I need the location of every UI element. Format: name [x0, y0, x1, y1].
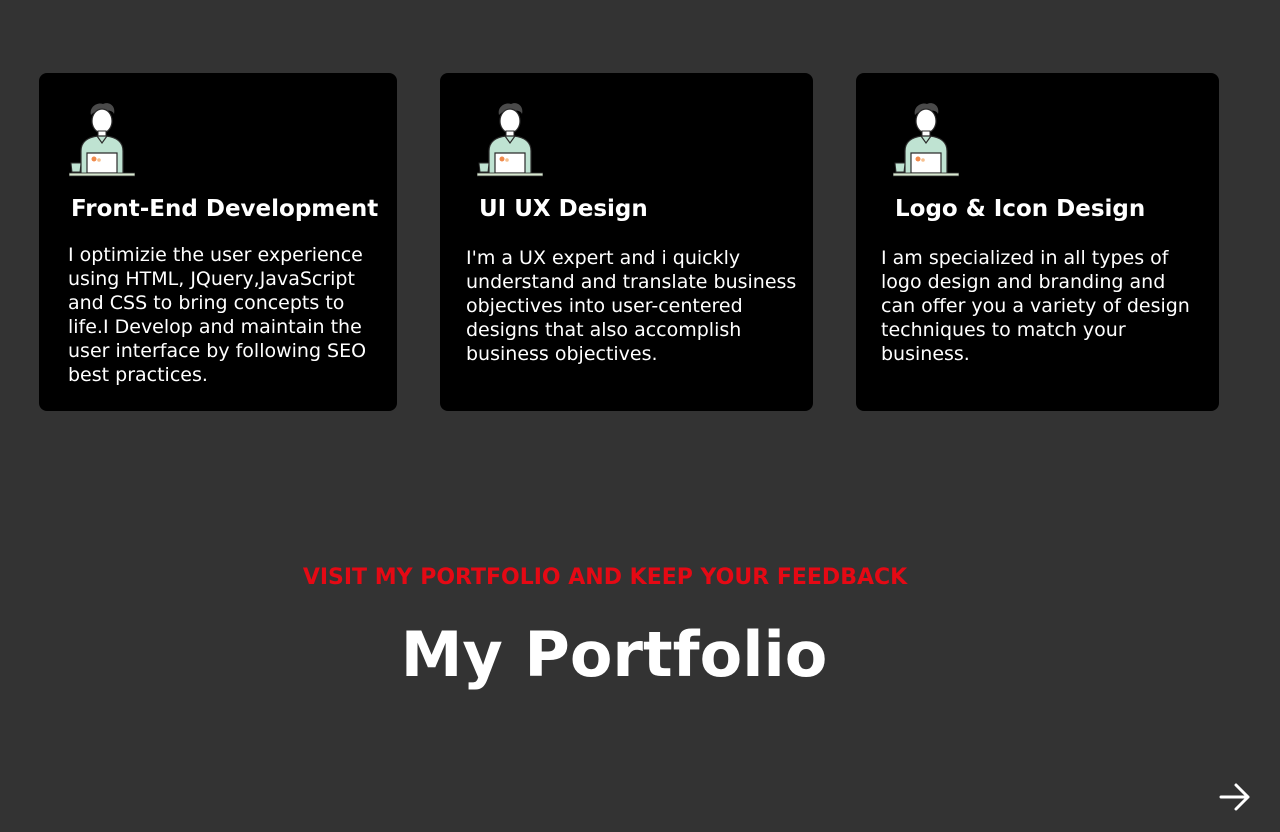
service-card-logo-icon: Logo & Icon Design I am specialized in a… — [856, 73, 1219, 411]
service-title: Front-End Development — [71, 196, 379, 222]
service-description: I optimizie the user experience using HT… — [68, 244, 367, 386]
developer-avatar-icon — [477, 101, 543, 177]
developer-avatar-icon — [69, 101, 135, 177]
service-card-front-end: Front-End Development I optimizie the us… — [39, 73, 397, 411]
service-description: I'm a UX expert and i quickly understand… — [466, 247, 797, 365]
portfolio-title: My Portfolio — [400, 618, 828, 691]
portfolio-kicker: VISIT MY PORTFOLIO AND KEEP YOUR FEEDBAC… — [302, 565, 908, 590]
developer-avatar-icon — [893, 101, 959, 177]
service-card-ui-ux: UI UX Design I'm a UX expert and i quick… — [440, 73, 813, 411]
service-title: UI UX Design — [479, 196, 648, 222]
service-description: I am specialized in all types of logo de… — [881, 247, 1190, 365]
arrow-right-icon[interactable] — [1218, 781, 1252, 813]
service-title: Logo & Icon Design — [895, 196, 1146, 222]
